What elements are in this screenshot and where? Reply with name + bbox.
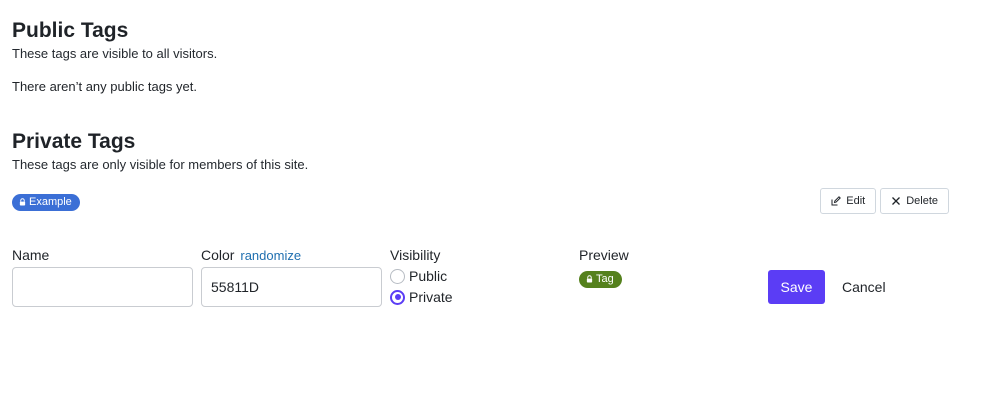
preview-tag-pill: Tag [579,270,622,288]
lock-icon [19,198,26,206]
lock-icon [586,275,593,283]
private-tag-list: Example [12,193,80,211]
name-input[interactable] [12,267,193,307]
public-tags-subtitle: These tags are visible to all visitors. [12,46,218,61]
visibility-option-public[interactable]: Public [390,268,447,284]
public-radio-label: Public [409,268,448,284]
public-radio[interactable] [390,268,405,284]
private-radio-label: Private [409,289,453,305]
tag-pill-example: Example [12,193,80,211]
delete-button-label: Delete [906,195,938,207]
name-field-label: Name [12,247,50,263]
tag-preview: Tag [579,270,622,288]
visibility-label: Visibility [390,247,441,263]
color-input[interactable] [201,267,382,307]
edit-button[interactable]: Edit [820,188,877,214]
cancel-button[interactable]: Cancel [838,270,890,304]
close-icon [892,197,901,205]
randomize-link[interactable]: randomize [240,248,301,263]
private-tags-title: Private Tags [12,130,136,153]
private-tags-subtitle: These tags are only visible for members … [12,157,309,172]
edit-icon [831,196,842,206]
color-field-label: Color [201,247,235,263]
visibility-option-private[interactable]: Private [390,289,453,305]
color-field-label-group: Color randomize [201,247,301,264]
preview-label: Preview [579,247,629,263]
preview-tag-label: Tag [596,272,614,285]
tag-row-actions: Edit Delete [820,188,949,214]
tag-pill-label: Example [29,195,72,208]
public-tags-title: Public Tags [12,19,129,42]
edit-button-label: Edit [846,195,866,207]
public-tags-empty-message: There aren’t any public tags yet. [12,79,197,94]
save-button[interactable]: Save [768,270,825,304]
delete-button[interactable]: Delete [880,188,949,214]
private-radio[interactable] [390,289,405,305]
